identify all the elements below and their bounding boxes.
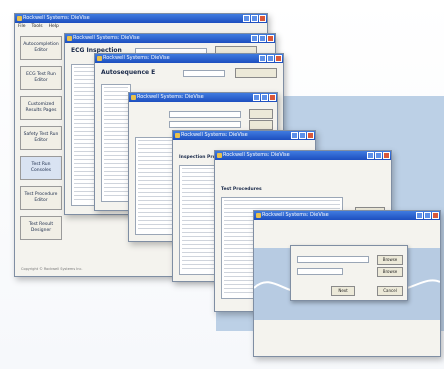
maximize-button[interactable] — [267, 55, 274, 62]
titlebar: Rockwell Systems: DieVise — [254, 211, 440, 220]
window-title: Rockwell Systems: DieVise — [137, 94, 204, 100]
action-button-2[interactable] — [249, 120, 273, 130]
titlebar: Rockwell Systems: DieVise — [173, 131, 315, 140]
titlebar: Rockwell Systems: DieVise — [215, 151, 391, 160]
app-icon — [175, 133, 180, 138]
maximize-button[interactable] — [251, 15, 258, 22]
close-button[interactable] — [267, 35, 274, 42]
app-icon — [256, 213, 261, 218]
browse-button[interactable]: Browse — [377, 255, 403, 265]
minimize-button[interactable] — [251, 35, 258, 42]
sidebar-button-results-pages[interactable]: Customized Results Pages — [20, 96, 62, 120]
menu-bar: File Tools Help — [15, 23, 267, 30]
titlebar: Rockwell Systems: DieVise — [95, 54, 283, 63]
minimize-button[interactable] — [253, 94, 260, 101]
menu-tools[interactable]: Tools — [32, 23, 43, 30]
copyright-text: Copyright © Rockwell Systems Inc. — [21, 267, 83, 271]
close-button[interactable] — [259, 15, 266, 22]
app-icon — [17, 16, 22, 21]
maximize-button[interactable] — [261, 94, 268, 101]
maximize-button[interactable] — [259, 35, 266, 42]
app-icon — [67, 36, 72, 41]
list-rows — [104, 87, 128, 199]
section-heading: Test Procedures — [221, 187, 262, 192]
cancel-button[interactable]: Cancel — [377, 286, 403, 296]
maximize-button[interactable] — [424, 212, 431, 219]
titlebar: Rockwell Systems: DieVise — [129, 93, 277, 102]
list-rows — [138, 140, 172, 232]
minimize-button[interactable] — [291, 132, 298, 139]
sidebar-button-autocompletion[interactable]: Autocompletion Editor — [20, 36, 62, 60]
titlebar: Rockwell Systems: DieVise — [15, 14, 267, 23]
input-field-2[interactable] — [169, 121, 241, 128]
close-button[interactable] — [432, 212, 439, 219]
minimize-button[interactable] — [243, 15, 250, 22]
titlebar: Rockwell Systems: DieVise — [65, 34, 275, 43]
close-button[interactable] — [307, 132, 314, 139]
dialog-field-1[interactable] — [297, 256, 369, 263]
maximize-button[interactable] — [375, 152, 382, 159]
sidebar-button-safety-test-run[interactable]: Safety Test Run Editor — [20, 126, 62, 150]
minimize-button[interactable] — [259, 55, 266, 62]
window-title: Rockwell Systems: DieVise — [262, 212, 329, 218]
result-table[interactable] — [135, 137, 175, 235]
menu-file[interactable]: File — [18, 23, 26, 30]
close-button[interactable] — [275, 55, 282, 62]
app-icon — [97, 56, 102, 61]
section-heading: Autosequence E — [101, 69, 156, 76]
window-title: Rockwell Systems: DieVise — [23, 15, 90, 21]
window-title: Rockwell Systems: DieVise — [73, 35, 140, 41]
minimize-button[interactable] — [416, 212, 423, 219]
close-button[interactable] — [269, 94, 276, 101]
window-title: Rockwell Systems: DieVise — [181, 132, 248, 138]
window-title: Rockwell Systems: DieVise — [223, 152, 290, 158]
sidebar-button-test-run-consoles[interactable]: Test Run Consoles — [20, 156, 62, 180]
sidebar-button-test-result-designer[interactable]: Test Result Designer — [20, 216, 62, 240]
browse-button-2[interactable]: Browse — [377, 267, 403, 277]
app-icon — [217, 153, 222, 158]
input-field-1[interactable] — [169, 111, 241, 118]
browse-button[interactable] — [235, 68, 277, 78]
window-title: Rockwell Systems: DieVise — [103, 55, 170, 61]
step-list[interactable] — [101, 84, 131, 202]
wizard-dialog: Browse Browse Next Cancel — [290, 245, 408, 301]
next-button[interactable]: Next — [331, 286, 355, 296]
close-button[interactable] — [383, 152, 390, 159]
maximize-button[interactable] — [299, 132, 306, 139]
sidebar-button-test-procedure[interactable]: Test Procedure Editor — [20, 186, 62, 210]
sequence-field[interactable] — [183, 70, 225, 77]
dialog-host-window: Rockwell Systems: DieVise Browse Browse … — [253, 210, 441, 357]
app-icon — [131, 95, 136, 100]
menu-help[interactable]: Help — [49, 23, 59, 30]
action-button-1[interactable] — [249, 109, 273, 119]
minimize-button[interactable] — [367, 152, 374, 159]
dialog-field-2[interactable] — [297, 268, 343, 275]
sidebar-button-ecg-test-run[interactable]: ECG Test Run Editor — [20, 66, 62, 90]
